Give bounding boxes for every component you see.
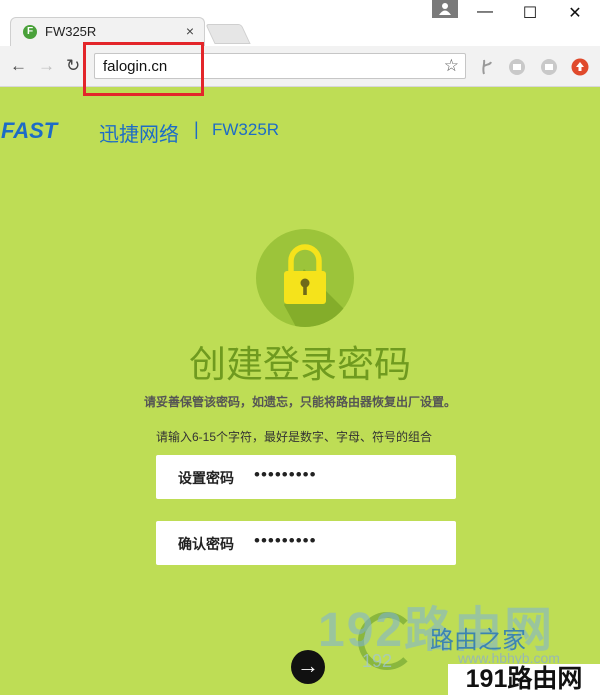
router-model: FW325R <box>212 120 280 139</box>
window-close-button[interactable]: ✕ <box>563 3 587 25</box>
confirm-password-label: 确认密码 <box>178 536 234 552</box>
address-highlight-box <box>83 42 204 96</box>
confirm-password-value[interactable]: ••••••••• <box>254 531 317 551</box>
password-rule-text: 请输入6-15个字符，最好是数字、字母、符号的组合 <box>156 430 433 444</box>
close-icon[interactable]: × <box>186 23 194 39</box>
arrow-right-icon: → <box>297 653 319 678</box>
tab-title: FW325R <box>45 24 97 39</box>
extension-icon[interactable] <box>540 58 558 76</box>
minimize-button[interactable]: — <box>473 3 497 25</box>
page-title: 创建登录密码 <box>189 344 411 385</box>
star-icon[interactable]: ☆ <box>444 56 459 76</box>
new-tab-button[interactable] <box>205 24 251 44</box>
password-label: 设置密码 <box>178 470 234 486</box>
title-bar: F FW325R × — ☐ ✕ <box>0 0 600 46</box>
password-field[interactable]: 设置密码 ••••••••• <box>156 455 456 499</box>
fast-logo: FAST <box>1 118 58 143</box>
reload-icon[interactable]: ↻ <box>66 56 80 76</box>
password-value[interactable]: ••••••••• <box>254 465 317 485</box>
brand-separator: | <box>194 119 199 139</box>
next-button[interactable]: → <box>291 650 325 684</box>
watermark-corner: 191路由网 <box>448 664 600 695</box>
lock-icon <box>284 244 354 327</box>
favicon-icon: F <box>23 25 37 39</box>
extension-icon[interactable] <box>478 58 496 76</box>
extension-icon[interactable] <box>571 58 589 76</box>
password-warning-text: 请妥善保管该密码，如遗忘，只能将路由器恢复出厂设置。 <box>143 395 456 409</box>
extension-icon[interactable] <box>508 58 526 76</box>
brand-name: 迅捷网络 <box>99 124 179 146</box>
watermark-prefix: 192 <box>362 651 393 671</box>
maximize-button[interactable]: ☐ <box>518 3 542 25</box>
back-icon[interactable]: ← <box>10 56 27 76</box>
user-icon <box>439 3 451 15</box>
forward-icon[interactable]: → <box>38 56 55 76</box>
confirm-password-field[interactable]: 确认密码 ••••••••• <box>156 521 456 565</box>
lock-badge <box>256 229 354 327</box>
profile-button[interactable] <box>432 0 458 18</box>
